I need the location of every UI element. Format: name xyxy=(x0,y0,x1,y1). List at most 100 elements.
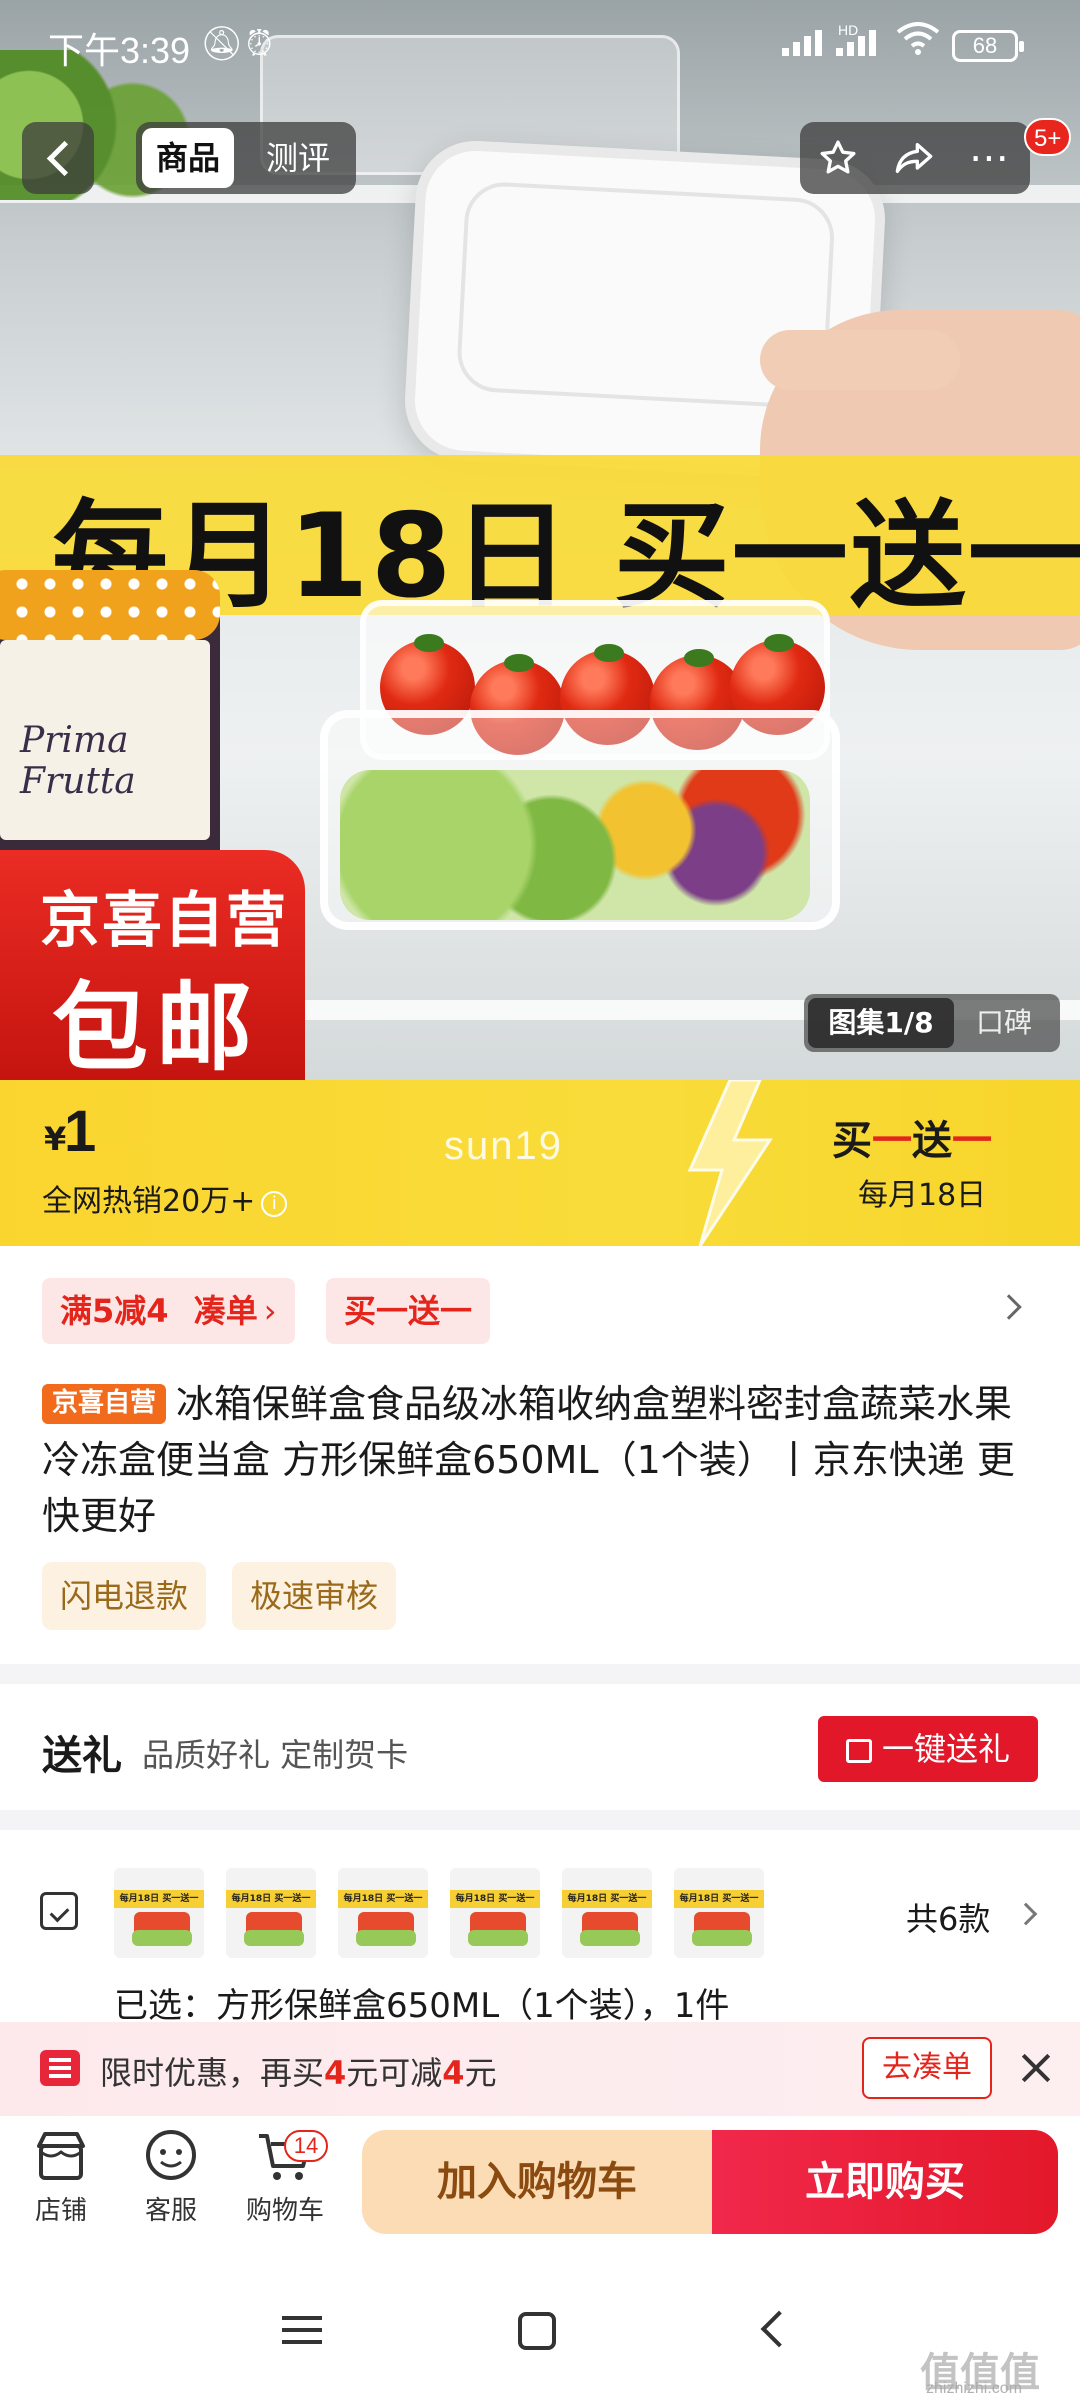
share-button[interactable] xyxy=(876,122,952,194)
battery-icon: 68 xyxy=(952,30,1024,62)
service-tag[interactable]: 极速审核 xyxy=(232,1562,397,1630)
bogo-get: 送 xyxy=(912,1118,952,1164)
chat-face-icon xyxy=(141,2128,201,2184)
discount-text: 满5减4 xyxy=(60,1292,169,1330)
currency-symbol: ¥ xyxy=(44,1120,67,1158)
badge-seller: 京喜自营 xyxy=(40,886,288,956)
offer-text: 限时优惠，再买4元可减4元 xyxy=(100,2048,497,2094)
signal-icon xyxy=(782,30,822,56)
gallery-tab[interactable]: 图集1/8 xyxy=(808,998,954,1048)
tab-product[interactable]: 商品 xyxy=(142,128,235,188)
reviews-tab[interactable]: 口碑 xyxy=(976,994,1032,1052)
thumb-text: 每月18日 买一送一 xyxy=(455,1894,535,1904)
variant-thumbnail[interactable]: 每月18日 买一送一 xyxy=(674,1868,764,1958)
variant-thumbnail[interactable]: 每月18日 买一送一 xyxy=(338,1868,428,1958)
gallery-switcher: 图集1/8 口碑 xyxy=(804,994,1060,1052)
seller-tag: 京喜自营 xyxy=(42,1384,167,1424)
jar-brand-text: Prima Frutta xyxy=(20,720,136,802)
hd-label: HD xyxy=(838,22,859,38)
notification-badge: 5+ xyxy=(1024,118,1072,156)
send-gift-button[interactable]: 一键送礼 xyxy=(818,1716,1038,1782)
mute-icon: 🔕︎ xyxy=(200,24,244,64)
info-icon[interactable]: i xyxy=(261,1191,288,1217)
chevron-right-icon[interactable] xyxy=(1014,1902,1038,1926)
status-bar: 下午3:39 🔕︎ ⏰︎ HD 68 xyxy=(0,0,1080,90)
top-tabs: 商品 测评 xyxy=(136,122,356,194)
jam-jar-label: Prima Frutta xyxy=(0,640,210,840)
bundle-link: 凑单 xyxy=(193,1292,258,1330)
alarm-icon: ⏰︎ xyxy=(246,24,273,64)
bogo-date: 每月18日 xyxy=(858,1178,987,1213)
bogo-one: 一 xyxy=(952,1118,992,1164)
thumb-text: 每月18日 买一送一 xyxy=(679,1894,759,1904)
product-title-block: 京喜自营 冰箱保鲜盒食品级冰箱收纳盒塑料密封盒蔬菜水果冷冻盒便当盒 方形保鲜盒65… xyxy=(42,1376,1042,1544)
offer-discount: 4 xyxy=(442,2054,465,2092)
variant-thumbnail[interactable]: 每月18日 买一送一 xyxy=(450,1868,540,1958)
menu-icon[interactable] xyxy=(282,2316,322,2320)
favorite-button[interactable] xyxy=(800,122,876,194)
gift-subtitle: 品质好礼 定制贺卡 xyxy=(142,1736,409,1774)
bogo-tag[interactable]: 买一送一 xyxy=(326,1278,491,1344)
chevron-right-icon[interactable] xyxy=(996,1294,1022,1320)
cart-label: 购物车 xyxy=(245,2196,324,2226)
store-button[interactable]: 店铺 xyxy=(6,2128,116,2227)
salad-image xyxy=(340,770,810,920)
offer-icon xyxy=(40,2050,80,2086)
bogo-label: 买一送一 xyxy=(832,1108,992,1166)
watermark-text: sun19 xyxy=(444,1124,563,1168)
site-watermark-url: zhizhizhi.com xyxy=(926,2380,1023,2397)
thumb-text: 每月18日 买一送一 xyxy=(343,1894,423,1904)
finger-image xyxy=(760,330,960,390)
buy-now-button[interactable]: 立即购买 xyxy=(712,2130,1058,2234)
store-label: 店铺 xyxy=(34,2196,87,2226)
product-title: 冰箱保鲜盒食品级冰箱收纳盒塑料密封盒蔬菜水果冷冻盒便当盒 方形保鲜盒650ML（… xyxy=(42,1382,1015,1538)
send-gift-label: 一键送礼 xyxy=(881,1730,1010,1768)
wifi-icon xyxy=(896,20,940,65)
service-tag[interactable]: 闪电退款 xyxy=(42,1562,207,1630)
more-icon: ⋯ xyxy=(969,135,1011,181)
tab-review[interactable]: 测评 xyxy=(252,128,344,188)
price-value: 1 xyxy=(64,1099,97,1164)
offer-prefix: 限时优惠，再买 xyxy=(100,2054,325,2092)
gift-title: 送礼 xyxy=(42,1733,122,1779)
customer-service-button[interactable]: 客服 xyxy=(116,2128,226,2227)
selected-variant[interactable]: 已选：方形保鲜盒650ML（1个装），1件 xyxy=(114,1978,729,2027)
badge-free-shipping: 包邮 xyxy=(52,972,260,1080)
back-button[interactable] xyxy=(22,122,94,194)
variant-count[interactable]: 共6款 xyxy=(906,1894,990,1940)
thumb-text: 每月18日 买一送一 xyxy=(567,1894,647,1904)
cart-count-badge: 14 xyxy=(284,2130,328,2162)
star-icon xyxy=(820,140,856,174)
share-icon xyxy=(895,143,933,173)
selection-icon xyxy=(40,1892,78,1930)
variant-thumbnail[interactable]: 每月18日 买一送一 xyxy=(226,1868,316,1958)
hot-sales: 全网热销20万+ i xyxy=(42,1176,288,1220)
service-label: 客服 xyxy=(144,2196,197,2226)
lightning-icon xyxy=(687,1080,773,1246)
hot-sales-text: 全网热销20万+ xyxy=(42,1184,256,1219)
section-divider xyxy=(0,1810,1080,1830)
home-icon[interactable] xyxy=(518,2312,556,2350)
section-divider xyxy=(0,1664,1080,1684)
gift-icon xyxy=(845,1739,872,1763)
more-button[interactable]: ⋯ xyxy=(952,122,1028,194)
bogo-buy: 买 xyxy=(832,1118,872,1164)
chevron-right-icon: › xyxy=(263,1292,277,1330)
thumb-text: 每月18日 买一送一 xyxy=(119,1894,199,1904)
store-icon xyxy=(31,2128,91,2184)
status-time: 下午3:39 xyxy=(48,30,191,71)
add-to-cart-button[interactable]: 加入购物车 xyxy=(362,2130,712,2234)
offer-mid: 元可减 xyxy=(346,2054,443,2092)
close-icon[interactable] xyxy=(1018,2050,1054,2086)
discount-tag[interactable]: 满5减4 凑单 › xyxy=(42,1278,295,1344)
top-actions: ⋯ xyxy=(800,122,1030,194)
bogo-one: 一 xyxy=(872,1118,912,1164)
go-bundle-button[interactable]: 去凑单 xyxy=(862,2037,992,2099)
offer-suffix: 元 xyxy=(464,2054,497,2092)
variant-thumbnail[interactable]: 每月18日 买一送一 xyxy=(562,1868,652,1958)
variant-thumbnail[interactable]: 每月18日 买一送一 xyxy=(114,1868,204,1958)
jam-jar-lid xyxy=(0,570,220,640)
offer-amount: 4 xyxy=(324,2054,347,2092)
thumb-text: 每月18日 买一送一 xyxy=(231,1894,311,1904)
free-shipping-badge: 京喜自营 包邮 xyxy=(0,850,305,1080)
